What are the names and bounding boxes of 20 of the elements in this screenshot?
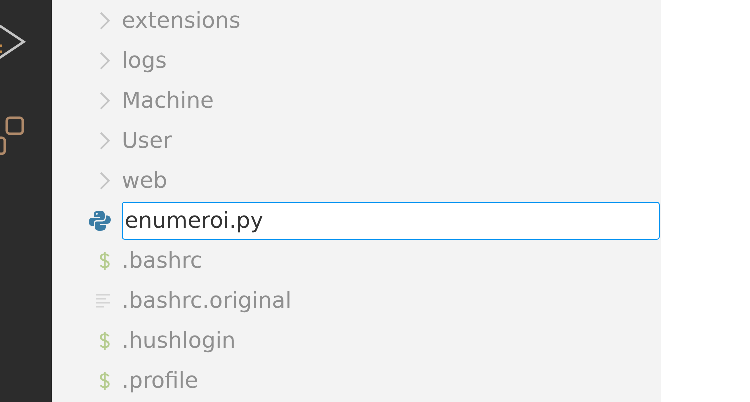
chevron-icon	[99, 171, 111, 191]
file-name-field[interactable]: enumeroi.py	[122, 202, 660, 240]
folder-name[interactable]: web	[122, 168, 168, 194]
folder-name[interactable]: User	[122, 128, 172, 154]
folder-name[interactable]: extensions	[122, 8, 241, 34]
chevron-icon	[99, 131, 111, 151]
dollar-icon	[99, 371, 111, 391]
file-name[interactable]: .hushlogin	[122, 328, 236, 354]
file-name[interactable]: .bashrc	[122, 248, 203, 274]
chevron-icon	[99, 11, 111, 31]
text-file-icon	[95, 293, 111, 309]
chevron-icon	[99, 51, 111, 71]
python-icon	[89, 210, 111, 232]
file-name[interactable]: .bashrc.original	[122, 288, 292, 314]
folder-name[interactable]: logs	[122, 48, 167, 74]
dollar-icon	[99, 251, 111, 271]
chevron-icon	[99, 91, 111, 111]
dollar-icon	[99, 331, 111, 351]
file-name[interactable]: .profile	[122, 368, 198, 394]
folder-name[interactable]: Machine	[122, 88, 214, 114]
